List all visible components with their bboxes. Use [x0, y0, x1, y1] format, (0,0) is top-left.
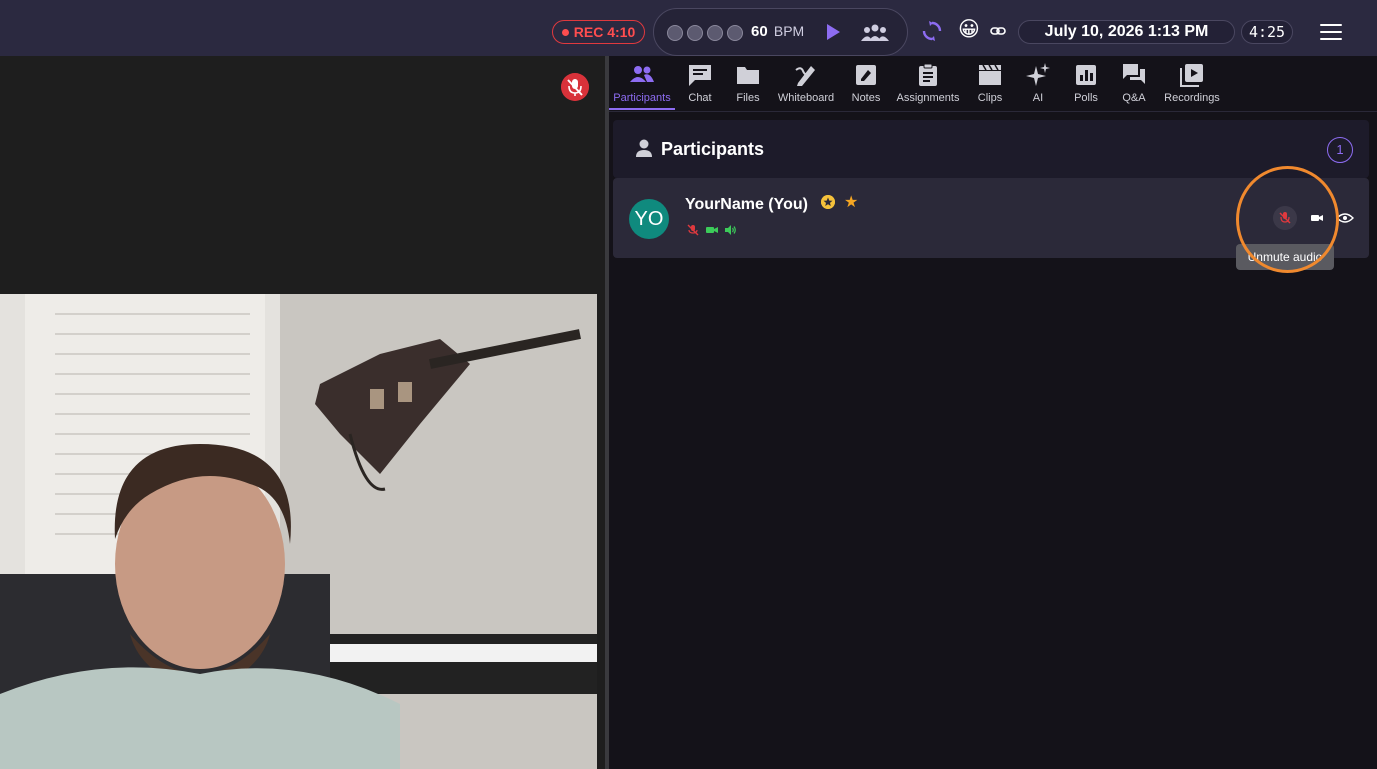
session-timer: 4:25 [1241, 20, 1293, 44]
star-icon: ★ [844, 194, 859, 211]
tab-label: Recordings [1164, 92, 1220, 104]
link-icon[interactable] [990, 24, 1006, 38]
datetime-display: July 10, 2026 1:13 PM [1018, 20, 1235, 44]
emoji-reaction-button[interactable]: 😀 [956, 17, 982, 43]
tab-clips[interactable]: Clips [969, 62, 1011, 112]
bpm-value: 60 [751, 23, 768, 40]
tab-label: Q&A [1122, 92, 1146, 104]
side-panel: Participants Chat Files Whiteboard Notes… [609, 56, 1377, 769]
tab-label: Files [736, 92, 760, 104]
beat-indicator[interactable] [727, 25, 743, 41]
tab-label: Assignments [896, 92, 960, 104]
tab-label: Polls [1074, 92, 1098, 104]
participants-title: Participants [661, 139, 765, 159]
sparkle-icon [1026, 63, 1050, 86]
mic-muted-icon [687, 224, 699, 236]
tab-chat[interactable]: Chat [679, 62, 721, 112]
app: REC 4:10 60 BPM 😀 July 10, 2026 1:13 PM … [0, 0, 1377, 769]
tab-participants[interactable]: Participants [609, 62, 675, 112]
play-icon[interactable] [825, 23, 841, 41]
tab-label: Whiteboard [777, 92, 835, 104]
click-highlight-ring [1236, 166, 1339, 273]
tab-label: Notes [851, 92, 881, 104]
sync-icon[interactable] [921, 20, 943, 42]
recordings-icon [1180, 64, 1203, 87]
beat-indicator[interactable] [667, 25, 683, 41]
speaker-icon [725, 225, 736, 235]
top-bar: REC 4:10 60 BPM 😀 July 10, 2026 1:13 PM … [0, 0, 1377, 56]
bpm-unit: BPM [773, 23, 805, 39]
beat-indicator[interactable] [707, 25, 723, 41]
tab-label: AI [1032, 92, 1044, 104]
whiteboard-icon [795, 66, 815, 86]
tab-whiteboard[interactable]: Whiteboard [773, 62, 839, 112]
tab-notes[interactable]: Notes [845, 62, 887, 112]
qa-icon [1123, 64, 1145, 84]
tab-label: Participants [613, 92, 671, 104]
folder-icon [737, 67, 759, 84]
tab-files[interactable]: Files [727, 62, 769, 112]
bpm-readout[interactable]: 60 BPM [751, 23, 804, 40]
chat-icon [689, 65, 711, 86]
hamburger-menu-icon[interactable] [1320, 24, 1342, 40]
clipboard-icon [919, 63, 937, 86]
tab-polls[interactable]: Polls [1065, 62, 1107, 112]
tab-ai[interactable]: AI [1017, 62, 1059, 112]
mic-muted-icon [561, 73, 589, 101]
host-badge-icon [821, 195, 835, 209]
metronome: 60 BPM [653, 8, 908, 56]
person-icon [636, 139, 652, 157]
panel-tabs: Participants Chat Files Whiteboard Notes… [609, 56, 1377, 112]
participants-icon [630, 66, 654, 82]
active-tab-indicator [609, 108, 675, 110]
record-dot-icon [561, 28, 569, 36]
participants-header: Participants 1 [613, 120, 1369, 178]
avatar: YO [629, 199, 669, 239]
participant-status-icons [687, 224, 747, 236]
tab-qa[interactable]: Q&A [1113, 62, 1155, 112]
participant-name: YourName (You) [685, 196, 808, 213]
participant-count-badge: 1 [1327, 137, 1353, 163]
recording-label: REC 4:10 [573, 24, 636, 40]
recording-badge[interactable]: REC 4:10 [552, 20, 645, 44]
group-icon[interactable] [860, 22, 890, 44]
poll-icon [1076, 65, 1096, 85]
beat-indicator[interactable] [687, 25, 703, 41]
tab-recordings[interactable]: Recordings [1161, 62, 1223, 112]
webcam-video-feed [0, 294, 597, 769]
tab-label: Chat [688, 92, 712, 104]
notes-icon [856, 65, 876, 85]
tab-assignments[interactable]: Assignments [891, 62, 965, 112]
camera-on-icon [706, 227, 718, 233]
tab-label: Clips [977, 92, 1003, 104]
clapperboard-icon [979, 64, 1001, 85]
